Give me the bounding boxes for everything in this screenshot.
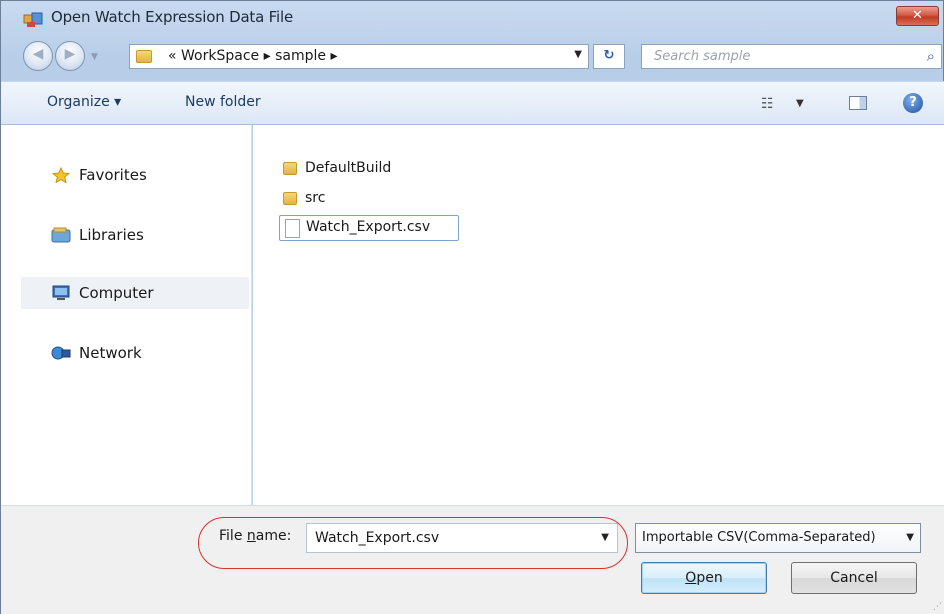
sidebar-item-network[interactable]: Network xyxy=(21,337,249,369)
folder-icon xyxy=(283,162,297,175)
breadcrumb-overflow[interactable]: « xyxy=(168,48,177,64)
back-arrow-icon: ◀ xyxy=(32,46,44,62)
file-type-value: Importable CSV(Comma-Separated) xyxy=(642,530,876,545)
dialog-footer: File name: Watch_Export.csv ▼ Importable… xyxy=(1,505,944,614)
sidebar-item-computer[interactable]: Computer xyxy=(21,277,249,309)
sidebar-item-label: Network xyxy=(79,344,142,362)
navigation-bar: ◀ ▶ ▼ « WorkSpace ▸ sample ▸ ▼ ↻ Search … xyxy=(1,35,944,81)
file-type-dropdown-icon[interactable]: ▼ xyxy=(906,532,914,543)
app-icon xyxy=(23,12,43,27)
cancel-button[interactable]: Cancel xyxy=(791,562,917,594)
close-icon: ✕ xyxy=(912,8,923,23)
window-title: Open Watch Expression Data File xyxy=(51,8,293,26)
command-bar: Organize ▾ New folder ☷ ▼ ? xyxy=(1,81,944,125)
address-bar[interactable]: « WorkSpace ▸ sample ▸ ▼ xyxy=(129,44,589,69)
address-dropdown-icon[interactable]: ▼ xyxy=(574,49,582,60)
library-icon xyxy=(51,227,71,243)
change-view-icon[interactable]: ☷ xyxy=(761,96,774,112)
sidebar-item-favorites[interactable]: Favorites xyxy=(21,159,249,191)
open-button[interactable]: Open xyxy=(641,562,767,594)
folder-icon xyxy=(136,50,152,63)
recent-pages-dropdown[interactable]: ▼ xyxy=(91,52,98,62)
file-name: src xyxy=(305,190,326,206)
sidebar-item-label: Computer xyxy=(79,284,154,302)
document-icon xyxy=(285,219,300,238)
close-button[interactable]: ✕ xyxy=(896,6,939,26)
file-name-label: File name: xyxy=(219,528,292,544)
sidebar-item-label: Favorites xyxy=(79,166,147,184)
file-name: DefaultBuild xyxy=(305,160,392,176)
file-name-input[interactable]: Watch_Export.csv ▼ xyxy=(306,523,618,553)
resize-grip[interactable]: ⋰ xyxy=(933,602,942,612)
breadcrumb: « WorkSpace ▸ sample ▸ xyxy=(168,48,337,64)
search-box[interactable]: Search sample ⌕ xyxy=(641,44,942,69)
refresh-icon: ↻ xyxy=(603,48,615,63)
folder-icon xyxy=(283,192,297,205)
file-name: Watch_Export.csv xyxy=(306,219,431,235)
open-file-dialog: Open Watch Expression Data File ✕ ◀ ▶ ▼ … xyxy=(0,0,944,614)
file-name-dropdown-icon[interactable]: ▼ xyxy=(601,532,609,543)
help-icon[interactable]: ? xyxy=(903,93,923,113)
new-folder-button[interactable]: New folder xyxy=(185,94,261,110)
file-list: DefaultBuild src Watch_Export.csv xyxy=(253,125,944,505)
forward-arrow-icon: ▶ xyxy=(64,46,76,62)
sidebar-item-libraries[interactable]: Libraries xyxy=(21,219,249,251)
breadcrumb-workspace[interactable]: WorkSpace xyxy=(181,48,259,64)
list-item-defaultbuild[interactable]: DefaultBuild xyxy=(279,157,429,181)
search-icon[interactable]: ⌕ xyxy=(927,47,935,65)
forward-button[interactable]: ▶ xyxy=(55,41,85,71)
navigation-pane: Favorites Libraries Computer Network xyxy=(1,125,252,505)
organize-button[interactable]: Organize ▾ xyxy=(47,94,121,110)
title-bar[interactable]: Open Watch Expression Data File ✕ xyxy=(1,1,944,35)
view-dropdown-icon[interactable]: ▼ xyxy=(796,98,804,109)
back-button[interactable]: ◀ xyxy=(23,41,53,71)
network-icon xyxy=(51,346,71,360)
file-type-select[interactable]: Importable CSV(Comma-Separated) ▼ xyxy=(635,523,921,553)
breadcrumb-separator[interactable]: ▸ xyxy=(330,48,337,64)
list-item-src[interactable]: src xyxy=(279,187,349,211)
file-name-value[interactable]: Watch_Export.csv xyxy=(315,530,439,546)
preview-pane-icon[interactable] xyxy=(849,96,867,110)
computer-icon xyxy=(52,285,70,300)
breadcrumb-sample[interactable]: sample xyxy=(275,48,326,64)
refresh-button[interactable]: ↻ xyxy=(593,44,625,69)
star-icon xyxy=(51,167,71,183)
breadcrumb-separator[interactable]: ▸ xyxy=(264,48,271,64)
sidebar-item-label: Libraries xyxy=(79,226,144,244)
list-item-watch-export[interactable]: Watch_Export.csv xyxy=(279,215,459,241)
search-input[interactable]: Search sample xyxy=(654,49,750,64)
